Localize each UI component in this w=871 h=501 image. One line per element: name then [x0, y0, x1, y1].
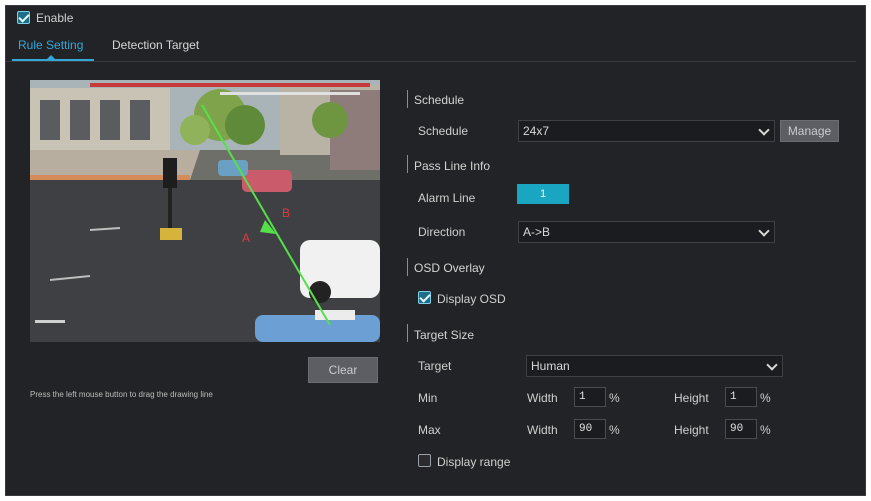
- min-width-percent: %: [609, 391, 620, 405]
- max-label: Max: [418, 423, 441, 437]
- manage-button[interactable]: Manage: [780, 120, 839, 142]
- pass-line-section-title: Pass Line Info: [414, 159, 491, 173]
- min-label: Min: [418, 391, 438, 405]
- alarm-line-button[interactable]: 1: [517, 184, 569, 204]
- display-osd-label: Display OSD: [437, 292, 506, 306]
- max-width-label: Width: [527, 423, 558, 437]
- clear-button[interactable]: Clear: [308, 357, 378, 383]
- min-height-percent: %: [760, 391, 771, 405]
- display-range-checkbox[interactable]: [418, 454, 431, 467]
- osd-section-bar: [407, 258, 408, 276]
- target-size-section-title: Target Size: [414, 328, 475, 342]
- drawing-hint: Press the left mouse button to drag the …: [30, 390, 213, 399]
- min-width-label: Width: [527, 391, 558, 405]
- line-label-b: B: [282, 206, 290, 220]
- min-height-input[interactable]: 1: [725, 387, 757, 407]
- chevron-down-icon: [758, 225, 770, 237]
- osd-section-title: OSD Overlay: [414, 261, 485, 275]
- alarm-line-label: Alarm Line: [418, 191, 476, 205]
- display-range-label: Display range: [437, 455, 511, 469]
- min-height-label: Height: [674, 391, 709, 405]
- schedule-section-bar: [407, 90, 408, 108]
- display-osd-checkbox[interactable]: [418, 291, 431, 304]
- active-tab-pointer: [46, 55, 56, 60]
- tab-rule-setting[interactable]: Rule Setting: [18, 38, 83, 52]
- tab-detection-target[interactable]: Detection Target: [112, 38, 199, 52]
- max-height-label: Height: [674, 423, 709, 437]
- schedule-value: 24x7: [523, 124, 550, 138]
- direction-select[interactable]: A->B: [518, 221, 775, 243]
- chevron-down-icon: [758, 124, 770, 136]
- tab-divider: [5, 61, 856, 62]
- direction-value: A->B: [523, 225, 551, 239]
- max-width-input[interactable]: 90: [574, 419, 606, 439]
- video-preview[interactable]: B A: [30, 80, 380, 342]
- line-label-a: A: [242, 231, 250, 245]
- camera-scene: B A: [30, 80, 380, 342]
- target-value: Human: [531, 359, 570, 373]
- target-size-section-bar: [407, 324, 408, 342]
- max-width-percent: %: [609, 423, 620, 437]
- target-label: Target: [418, 359, 452, 373]
- target-select[interactable]: Human: [526, 355, 783, 377]
- direction-label: Direction: [418, 225, 466, 239]
- schedule-section-title: Schedule: [414, 93, 465, 107]
- schedule-label: Schedule: [418, 124, 469, 138]
- enable-checkbox[interactable]: [17, 11, 30, 24]
- enable-label: Enable: [36, 11, 74, 25]
- max-height-input[interactable]: 90: [725, 419, 757, 439]
- min-width-input[interactable]: 1: [574, 387, 606, 407]
- pass-line-section-bar: [407, 155, 408, 173]
- schedule-select[interactable]: 24x7: [518, 120, 775, 142]
- chevron-down-icon: [766, 359, 778, 371]
- max-height-percent: %: [760, 423, 771, 437]
